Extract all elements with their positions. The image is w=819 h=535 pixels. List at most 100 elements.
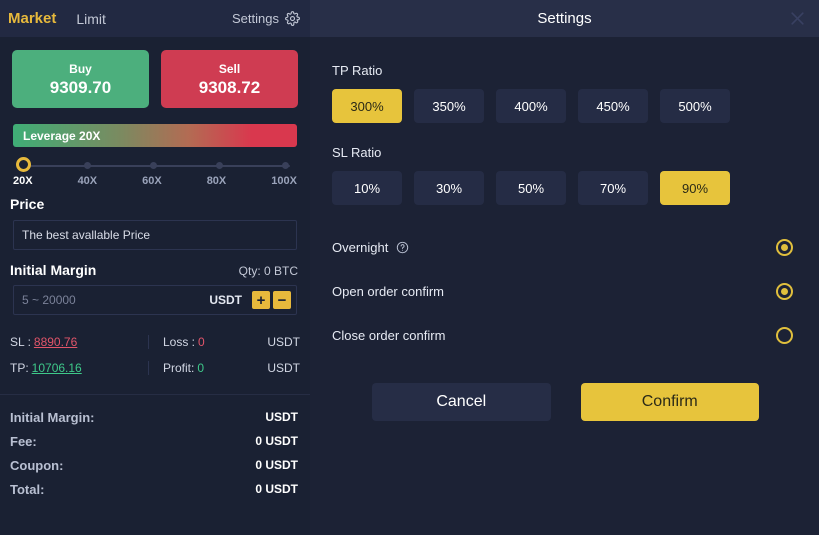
summary-row: Fee: 0 USDT [10,429,298,453]
sl-ratio-option-10[interactable]: 10% [332,171,402,205]
summary-key: Total: [10,481,45,497]
tp-group: TP: 10706.16 [10,361,148,375]
leverage-tick-labels: 20X 40X 60X 80X 100X [13,175,297,187]
take-profit-row: TP: 10706.16 Profit: 0 USDT [10,355,300,381]
settings-modal-title: Settings [537,10,592,27]
initial-margin-input[interactable]: 5 ~ 20000 [22,293,209,307]
tp-value[interactable]: 10706.16 [32,361,82,375]
tp-ratio-option-500[interactable]: 500% [660,89,730,123]
profit-group: Profit: 0 [148,361,242,375]
tp-ratio-option-400[interactable]: 400% [496,89,566,123]
slider-tick-40x [84,162,91,169]
summary-key: Initial Margin: [10,409,95,425]
profit-value: 0 [197,361,205,375]
sl-group: SL : 8890.76 [10,335,148,349]
close-icon[interactable] [789,10,806,27]
open-order-confirm-row: Open order confirm [332,271,797,311]
tp-ratio-options: 300% 350% 400% 450% 500% [332,89,797,123]
close-order-confirm-radio[interactable] [776,326,793,344]
initial-margin-title: Initial Margin [10,262,97,278]
loss-unit: USDT [267,335,300,349]
initial-margin-unit: USDT [209,293,242,307]
settings-label: Settings [232,11,279,26]
slider-tick-60x [150,162,157,169]
summary-value: USDT [265,410,298,424]
loss-value: 0 [198,335,205,349]
open-order-confirm-radio[interactable] [776,282,793,300]
slider-tick-100x [282,162,289,169]
summary-value: 0 USDT [255,434,298,448]
sl-ratio-label: SL Ratio [332,145,382,160]
summary-key: Fee: [10,433,37,449]
tp-ratio-option-300[interactable]: 300% [332,89,402,123]
leverage-bar[interactable]: Leverage 20X [13,124,297,147]
price-input-placeholder: The best avallable Price [22,228,151,242]
sl-ratio-option-50[interactable]: 50% [496,171,566,205]
tick-label-60x: 60X [142,175,162,187]
tick-label-40x: 40X [77,175,98,187]
increase-margin-button[interactable]: + [252,291,270,309]
sell-label: Sell [218,61,241,76]
summary-key: Coupon: [10,457,64,473]
stop-loss-row: SL : 8890.76 Loss : 0 USDT [10,329,300,355]
settings-modal-actions: Cancel Confirm [332,355,797,421]
summary-row: Coupon: 0 USDT [10,453,298,477]
sell-button[interactable]: Sell 9308.72 [161,50,298,108]
summary-value: 0 USDT [255,482,298,496]
buy-price: 9309.70 [49,77,112,97]
summary-value: 0 USDT [255,458,298,472]
open-order-confirm-label: Open order confirm [332,283,444,299]
trading-app: Market Limit Settings Buy 9309.70 Sell 9… [0,0,819,535]
slider-handle[interactable] [16,157,31,172]
order-entry-panel: Market Limit Settings Buy 9309.70 Sell 9… [0,0,310,535]
settings-modal: Settings TP Ratio 300% 350% 400% 450% 50… [310,0,819,535]
initial-margin-input-row[interactable]: 5 ~ 20000 USDT + − [13,285,297,315]
confirm-button[interactable]: Confirm [580,383,759,421]
settings-modal-header: Settings [310,0,819,37]
sl-tp-section: SL : 8890.76 Loss : 0 USDT TP: 10706.16 … [10,329,300,381]
price-input[interactable]: The best avallable Price [13,220,297,250]
profit-label: Profit: [163,361,195,375]
qty-readout: Qty: 0 BTC [238,264,298,278]
profit-unit: USDT [267,361,300,375]
overnight-radio[interactable] [776,238,793,256]
overnight-setting-row: Overnight [332,227,797,267]
leverage-slider[interactable] [16,157,292,172]
loss-group: Loss : 0 [148,335,242,349]
sl-ratio-options: 10% 30% 50% 70% 90% [332,171,797,205]
tab-market[interactable]: Market [8,10,56,27]
loss-label: Loss : [163,335,196,349]
summary-row: Total: 0 USDT [10,477,298,501]
help-circle-icon[interactable] [396,241,409,254]
decrease-margin-button[interactable]: − [273,291,291,309]
panel-header: Market Limit Settings [0,0,310,37]
tab-limit[interactable]: Limit [76,11,106,27]
leverage-bar-label: Leverage 20X [23,128,101,143]
overnight-label: Overnight [332,239,389,255]
settings-button[interactable]: Settings [232,11,300,26]
buy-button[interactable]: Buy 9309.70 [12,50,149,108]
sl-ratio-option-70[interactable]: 70% [578,171,648,205]
slider-tick-80x [216,162,223,169]
sl-value[interactable]: 8890.76 [34,335,77,349]
price-section-title: Price [10,196,45,212]
tp-ratio-option-450[interactable]: 450% [578,89,648,123]
tp-ratio-option-350[interactable]: 350% [414,89,484,123]
sl-ratio-option-30[interactable]: 30% [414,171,484,205]
close-order-confirm-row: Close order confirm [332,315,797,355]
tick-label-20x: 20X [13,175,33,187]
buy-sell-row: Buy 9309.70 Sell 9308.72 [0,37,310,108]
cancel-button[interactable]: Cancel [372,383,551,421]
tp-label: TP: [10,361,29,375]
sl-ratio-option-90[interactable]: 90% [660,171,730,205]
tp-ratio-label: TP Ratio [332,63,383,78]
cost-summary: Initial Margin: USDT Fee: 0 USDT Coupon:… [0,395,310,501]
sl-label: SL : [10,335,31,349]
tick-label-100x: 100X [271,175,297,187]
buy-label: Buy [69,61,92,76]
initial-margin-header: Initial Margin Qty: 0 BTC [0,250,310,278]
settings-modal-body: TP Ratio 300% 350% 400% 450% 500% SL Rat… [310,37,819,421]
gear-icon [285,11,300,26]
close-order-confirm-label: Close order confirm [332,327,446,343]
tick-label-80x: 80X [206,175,227,187]
